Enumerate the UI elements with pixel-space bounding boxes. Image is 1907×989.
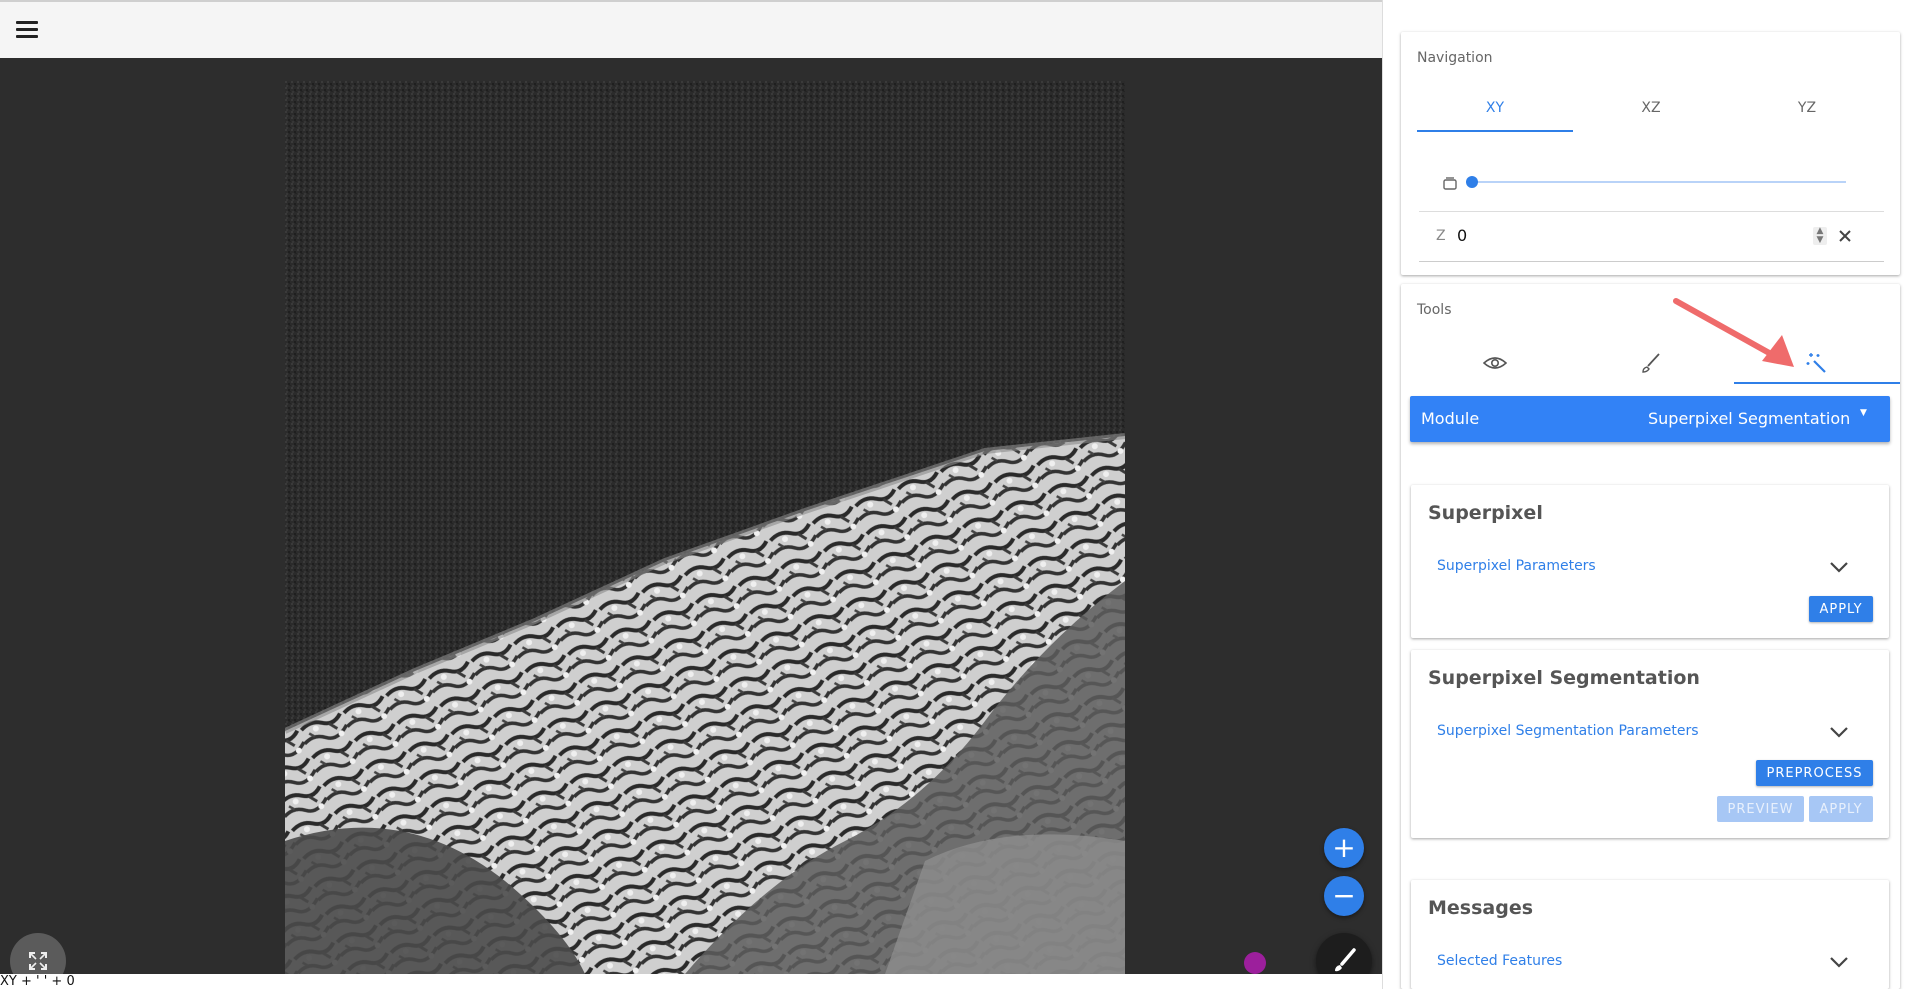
preview-button[interactable]: PREVIEW — [1717, 796, 1804, 822]
module-value: Superpixel Segmentation — [1648, 409, 1851, 428]
top-app-bar — [0, 0, 1382, 58]
superpixel-parameters-toggle[interactable]: Superpixel Parameters — [1437, 558, 1596, 574]
tools-title: Tools — [1417, 302, 1452, 318]
chevron-down-icon[interactable] — [1829, 956, 1849, 968]
coordinate-status-text: XY + ' ' + 0 — [0, 974, 1382, 989]
fullscreen-button[interactable] — [10, 933, 66, 974]
image-viewer[interactable]: + − — [0, 58, 1382, 974]
tab-xz[interactable]: XZ — [1573, 100, 1729, 130]
z-stepper[interactable]: ▲ ▼ — [1813, 227, 1827, 245]
chevron-down-icon[interactable] — [1829, 561, 1849, 573]
segmentation-apply-button[interactable]: APPLY — [1809, 796, 1873, 822]
color-marker-dot — [1244, 952, 1266, 974]
brush-button[interactable] — [1316, 933, 1372, 974]
zoom-in-button[interactable]: + — [1324, 828, 1364, 868]
superpixel-segmentation-parameters-toggle[interactable]: Superpixel Segmentation Parameters — [1437, 723, 1699, 739]
module-select[interactable]: Module Superpixel Segmentation ▼ — [1410, 396, 1890, 442]
chevron-down-icon[interactable] — [1829, 726, 1849, 738]
superpixel-title: Superpixel — [1428, 502, 1543, 524]
annotation-arrow-icon — [1673, 298, 1794, 367]
superpixel-apply-button[interactable]: APPLY — [1809, 596, 1873, 622]
divider — [1419, 261, 1884, 262]
divider — [1419, 211, 1884, 212]
tab-view[interactable] — [1417, 344, 1573, 382]
hamburger-menu-icon[interactable] — [16, 21, 38, 39]
module-label: Module — [1421, 409, 1480, 428]
layers-icon — [1443, 177, 1457, 190]
ct-slice-image[interactable] — [285, 81, 1125, 974]
navigation-title: Navigation — [1417, 50, 1493, 66]
z-slider-handle[interactable] — [1466, 176, 1478, 188]
z-input[interactable]: 0 — [1457, 226, 1467, 245]
dropdown-arrow-icon: ▼ — [1860, 408, 1867, 418]
selected-features-toggle[interactable]: Selected Features — [1437, 953, 1562, 969]
superpixel-segmentation-title: Superpixel Segmentation — [1428, 667, 1700, 689]
magic-wand-icon — [1806, 353, 1826, 373]
zoom-out-button[interactable]: − — [1324, 876, 1364, 916]
eye-icon — [1483, 357, 1507, 369]
close-icon[interactable] — [1839, 230, 1851, 242]
brush-icon — [1335, 948, 1356, 972]
ct-slice-graphic — [285, 81, 1125, 974]
messages-title: Messages — [1428, 897, 1534, 919]
tab-yz[interactable]: YZ — [1729, 100, 1885, 130]
fullscreen-icon — [29, 952, 47, 970]
z-slider-track[interactable] — [1472, 181, 1846, 183]
brush-icon — [1642, 353, 1660, 373]
preprocess-button[interactable]: PREPROCESS — [1756, 760, 1873, 786]
tab-xy[interactable]: XY — [1417, 100, 1573, 132]
z-field-label: Z — [1436, 228, 1446, 244]
